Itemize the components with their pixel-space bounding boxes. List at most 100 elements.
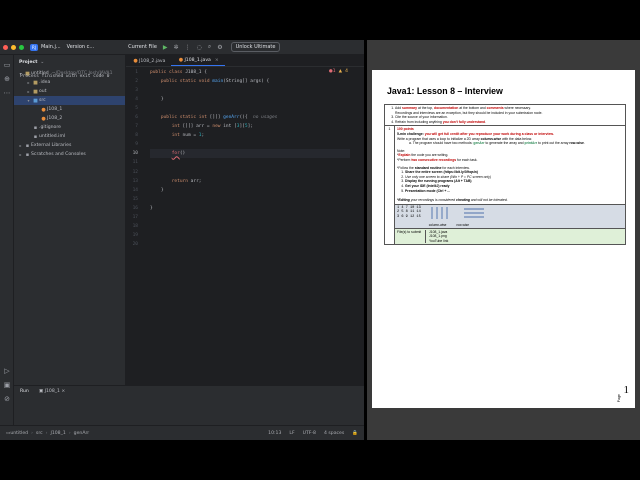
file-encoding[interactable]: UTF-8 bbox=[303, 431, 316, 436]
line-number[interactable]: 18 bbox=[126, 222, 140, 231]
tree-item-label: J108_2 bbox=[47, 116, 63, 121]
files-row: File(s) to submit J108_1.java J108_1.png Y… bbox=[384, 227, 626, 246]
chevron-icon[interactable]: ▸ bbox=[25, 89, 32, 94]
tree-item[interactable]: ▸ ■ out bbox=[14, 87, 125, 96]
gear-icon[interactable]: ⚙ bbox=[217, 44, 222, 51]
breadcrumb-item[interactable]: untitled bbox=[10, 431, 28, 436]
tree-item-label: out bbox=[39, 89, 47, 94]
run-tool-icon[interactable]: ▷ bbox=[0, 367, 14, 375]
line-number[interactable]: 19 bbox=[126, 231, 140, 240]
editor-tab[interactable]: ● J108_1.java × bbox=[171, 55, 225, 66]
breadcrumb-item[interactable]: genArr bbox=[74, 431, 90, 436]
chevron-down-icon[interactable]: ⌄ bbox=[40, 60, 44, 65]
file-icon: ▪ bbox=[33, 133, 38, 140]
project-switcher[interactable]: RJ Main.j... bbox=[30, 43, 61, 51]
folder-icon[interactable]: ▭ bbox=[0, 61, 14, 69]
line-number[interactable]: 3 bbox=[126, 86, 140, 95]
chevron-icon[interactable]: ▸ bbox=[17, 143, 24, 148]
line-number[interactable]: 2 bbox=[126, 77, 140, 86]
run-tab[interactable]: ▣ J108_1 × bbox=[39, 389, 65, 394]
cursor-position[interactable]: 10:13 bbox=[268, 431, 281, 436]
row-wise-label: row-wise bbox=[456, 222, 470, 227]
instructions-cell: Add summary at the top, documentation at… bbox=[384, 103, 626, 127]
line-separator[interactable]: LF bbox=[289, 431, 294, 436]
routine-list: Share the entire screen (https://bit.ly/… bbox=[397, 170, 623, 193]
tree-item[interactable]: ▸ ▪ External Libraries bbox=[14, 141, 125, 150]
project-panel-header[interactable]: Project ⌄ bbox=[14, 55, 125, 69]
breadcrumb-item[interactable]: src bbox=[36, 431, 43, 436]
run-panel-title: Run bbox=[20, 389, 29, 394]
tree-item[interactable]: ▪ untitled.iml bbox=[14, 132, 125, 141]
breadcrumb-item[interactable]: J108_1 bbox=[50, 431, 65, 436]
search-icon[interactable]: ⌕ bbox=[208, 43, 211, 51]
tree-item-label: External Libraries bbox=[31, 143, 72, 148]
debug-icon[interactable]: ✲ bbox=[174, 44, 179, 51]
version-control-menu[interactable]: Version c... bbox=[67, 44, 95, 50]
line-number[interactable]: 6 bbox=[126, 113, 140, 122]
line-number[interactable]: 16 bbox=[126, 204, 140, 213]
chevron-icon[interactable]: ▸ bbox=[17, 152, 24, 157]
run-config-dropdown[interactable]: Current File bbox=[128, 44, 157, 50]
zoom-window-icon[interactable] bbox=[19, 44, 24, 50]
ide-toolbar: RJ Main.j... Version c... Current File ▶… bbox=[0, 40, 364, 55]
java-icon: ● bbox=[41, 106, 46, 113]
line-number[interactable]: 11 bbox=[126, 158, 140, 167]
line-number[interactable]: 20 bbox=[126, 240, 140, 249]
code-line: public static void main(String[] args) { bbox=[160, 79, 270, 85]
left-tool-strip: ▭ ⊕ ⋯ ▷ ▣ ⊘ bbox=[0, 55, 14, 425]
editor-tab-label: J108_2.java bbox=[139, 58, 166, 64]
commit-icon[interactable]: ⊕ bbox=[0, 75, 14, 83]
breadcrumb: untitled › src › J108_1 › genArr bbox=[10, 431, 89, 436]
tree-item[interactable]: ▪ .gitignore bbox=[14, 123, 125, 132]
tree-item[interactable]: ▸ ■ .idea bbox=[14, 78, 125, 87]
matrix: 1 4 7 10 13 2 5 8 11 14 3 6 9 12 15 bbox=[397, 206, 421, 227]
line-number[interactable]: 14 bbox=[126, 186, 140, 195]
line-number[interactable]: 13 bbox=[126, 177, 140, 186]
problems-icon[interactable]: ⊘ bbox=[0, 395, 14, 403]
line-number[interactable]: 10 bbox=[126, 149, 140, 158]
line-number[interactable]: 15 bbox=[126, 195, 140, 204]
profile-icon[interactable]: ◌ bbox=[197, 44, 202, 51]
unlock-ultimate-button[interactable]: Unlock Ultimate bbox=[230, 42, 281, 52]
chevron-icon[interactable]: ▾ bbox=[25, 98, 32, 103]
chevron-icon[interactable]: ▸ bbox=[25, 80, 32, 85]
run-icon[interactable]: ▶ bbox=[163, 44, 168, 51]
tree-item[interactable]: ▾ ■ src bbox=[14, 96, 125, 105]
line-number[interactable]: 17 bbox=[126, 213, 140, 222]
close-icon[interactable]: × bbox=[215, 58, 219, 63]
file-icon: ▪ bbox=[33, 124, 38, 131]
code-editor[interactable]: ● J108_2.java ● J108_1.java × ● 1 ▲ 4 123456… bbox=[126, 55, 364, 385]
run-panel-header: Run ▣ J108_1 × bbox=[14, 386, 364, 397]
ide-window: RJ Main.j... Version c... Current File ▶… bbox=[0, 40, 364, 440]
matrix-row-text: 3 6 9 12 15 bbox=[397, 214, 421, 219]
line-number[interactable]: 5 bbox=[126, 104, 140, 113]
tree-item[interactable]: ▸ ▪ Scratches and Consoles bbox=[14, 150, 125, 159]
terminal-icon[interactable]: ▣ bbox=[0, 381, 14, 389]
tree-item[interactable]: ● J108_1 bbox=[14, 105, 125, 114]
document-viewer: Java1: Lesson 8 – Interview Add summary … bbox=[367, 40, 640, 440]
code-line: int num = 1; bbox=[171, 133, 205, 139]
more-icon[interactable]: ⋮ bbox=[185, 44, 191, 51]
line-number[interactable]: 1 bbox=[126, 68, 140, 77]
task-cell: 100 points 5-min challenge: you will get… bbox=[394, 125, 626, 205]
line-number-gutter: 1 2 3 4 5 6 7 8 9 10 11 12 13 14 15 16 17 18 19 20 bbox=[126, 68, 140, 249]
minimize-window-icon[interactable] bbox=[11, 44, 16, 50]
tree-item[interactable]: ● J108_2 bbox=[14, 114, 125, 123]
line-number[interactable]: 7 bbox=[126, 122, 140, 131]
code-content[interactable]: public class J108_1 { public static void… bbox=[150, 68, 350, 213]
project-panel-title: Project bbox=[19, 59, 38, 65]
breadcrumb-separator-icon: › bbox=[68, 430, 71, 436]
lock-icon[interactable]: 🔒 bbox=[352, 431, 358, 436]
close-window-icon[interactable] bbox=[3, 44, 8, 50]
line-number[interactable]: 4 bbox=[126, 95, 140, 104]
arrows: column-wise row-wise bbox=[429, 206, 489, 227]
code-line: public static int [][] genArr(){ no usag… bbox=[160, 115, 278, 121]
structure-icon[interactable]: ⋯ bbox=[0, 89, 14, 97]
line-number[interactable]: 8 bbox=[126, 131, 140, 140]
status-right: 10:13 LF UTF-8 4 spaces 🔒 bbox=[260, 426, 358, 440]
indent-setting[interactable]: 4 spaces bbox=[324, 431, 344, 436]
editor-tab[interactable]: ● J108_2.java bbox=[126, 56, 171, 66]
line-number[interactable]: 9 bbox=[126, 140, 140, 149]
line-number[interactable]: 12 bbox=[126, 168, 140, 177]
